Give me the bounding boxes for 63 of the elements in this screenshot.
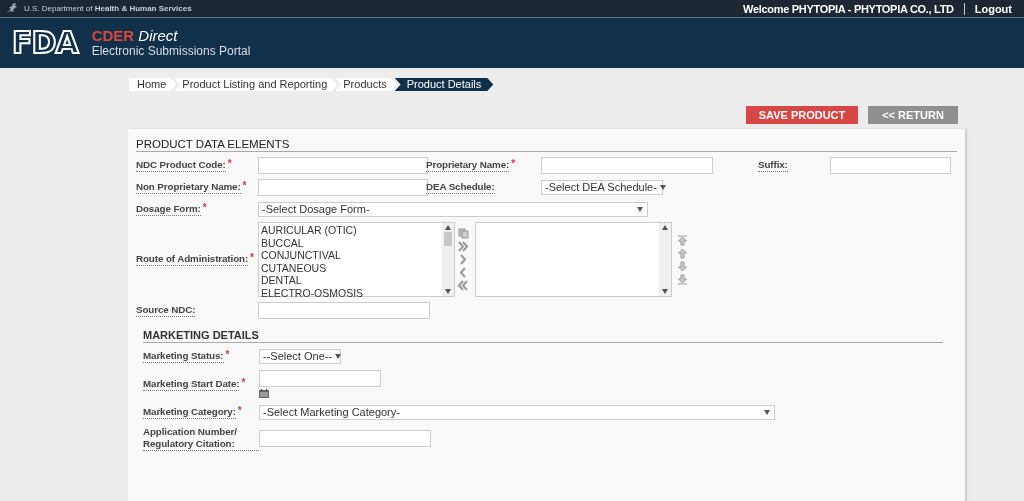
text-field[interactable] <box>541 156 713 174</box>
scroll-up-icon[interactable] <box>445 225 451 230</box>
breadcrumb-item[interactable]: Product Details <box>394 78 494 91</box>
agency-name: U.S. Department of Health & Human Services <box>24 4 192 13</box>
field-label: Suffix: <box>758 158 788 172</box>
caret-icon[interactable] <box>335 353 342 359</box>
caret-icon[interactable] <box>637 206 643 212</box>
scroll-thumb[interactable] <box>444 232 452 246</box>
arrow-up-icon[interactable] <box>677 247 688 259</box>
date-field[interactable] <box>259 370 381 387</box>
tagline: Electronic Submissions Portal <box>91 44 251 59</box>
breadcrumb-item[interactable]: Products <box>335 78 397 91</box>
field-label: Proprietary Name: * <box>426 158 516 172</box>
section-title: MARKETING DETAILS <box>143 329 943 343</box>
chevron-right-icon[interactable] <box>458 254 469 265</box>
scrollbar[interactable] <box>442 223 454 296</box>
double-chevron-left-icon[interactable] <box>458 280 469 291</box>
chevron-left-icon[interactable] <box>458 267 469 278</box>
scroll-down-icon[interactable] <box>662 289 668 294</box>
welcome-text: Welcome PHYTOPIA - PHYTOPIA CO., LTD <box>743 2 965 15</box>
dropdown[interactable]: -Select DEA Schedule- <box>541 179 663 195</box>
text-field[interactable] <box>259 430 431 447</box>
text-field[interactable] <box>258 178 428 196</box>
caret-icon[interactable] <box>659 184 666 190</box>
field-label: DEA Schedule: <box>426 180 495 194</box>
copy-icon[interactable] <box>458 228 469 239</box>
arrow-down-icon[interactable] <box>677 260 688 272</box>
caret-icon[interactable] <box>764 409 770 415</box>
calendar-icon[interactable] <box>259 389 269 398</box>
section-title: PRODUCT DATA ELEMENTS <box>136 138 957 152</box>
text-field[interactable] <box>258 301 430 319</box>
breadcrumb-item[interactable]: Product Listing and Reporting <box>174 78 338 91</box>
field-label: NDC Product Code: * <box>136 158 232 172</box>
list-option[interactable]: CUTANEOUS <box>261 261 440 274</box>
field-label: Dosage Form: * <box>136 202 207 216</box>
field-label: Non Proprietary Name: * <box>136 180 247 194</box>
text-field[interactable] <box>258 156 428 174</box>
field-label: Marketing Start Date: * <box>143 377 246 391</box>
list-option[interactable]: BUCCAL <box>261 236 440 249</box>
move-top-icon[interactable] <box>677 234 688 246</box>
list-option[interactable]: CONJUNCTIVAL <box>261 249 440 262</box>
list-option[interactable]: DENTAL <box>261 274 440 287</box>
logo: FDA <box>12 28 78 58</box>
field-label: Marketing Category: * <box>143 405 242 419</box>
scroll-up-icon[interactable] <box>662 225 668 230</box>
dropdown[interactable]: --Select One-- <box>259 348 341 364</box>
logout-link[interactable]: Logout <box>964 2 1012 15</box>
available-list[interactable]: AURICULAR (OTIC) BUCCAL CONJUNCTIVAL CUTANEOUS DENTAL ELECTRO-OSMOSIS <box>258 222 455 297</box>
field-label: Marketing Status: * <box>143 349 230 363</box>
field-label: Route of Administration: * <box>136 253 254 266</box>
save-button[interactable]: SAVE PRODUCT <box>746 106 858 124</box>
dropdown[interactable]: -Select Marketing Category- <box>259 404 775 420</box>
scrollbar[interactable] <box>659 223 671 296</box>
move-bottom-icon[interactable] <box>677 273 688 285</box>
list-option[interactable]: ELECTRO-OSMOSIS <box>261 286 440 299</box>
text-field[interactable] <box>830 156 951 174</box>
field-label: Source NDC: <box>136 303 196 317</box>
breadcrumb-item[interactable]: Home <box>129 78 177 91</box>
scroll-down-icon[interactable] <box>445 289 451 294</box>
double-chevron-right-icon[interactable] <box>458 241 469 252</box>
list-option[interactable]: AURICULAR (OTIC) <box>261 224 440 237</box>
dropdown[interactable]: -Select Dosage Form- <box>258 201 648 217</box>
product-name: CDER Direct <box>91 27 179 44</box>
